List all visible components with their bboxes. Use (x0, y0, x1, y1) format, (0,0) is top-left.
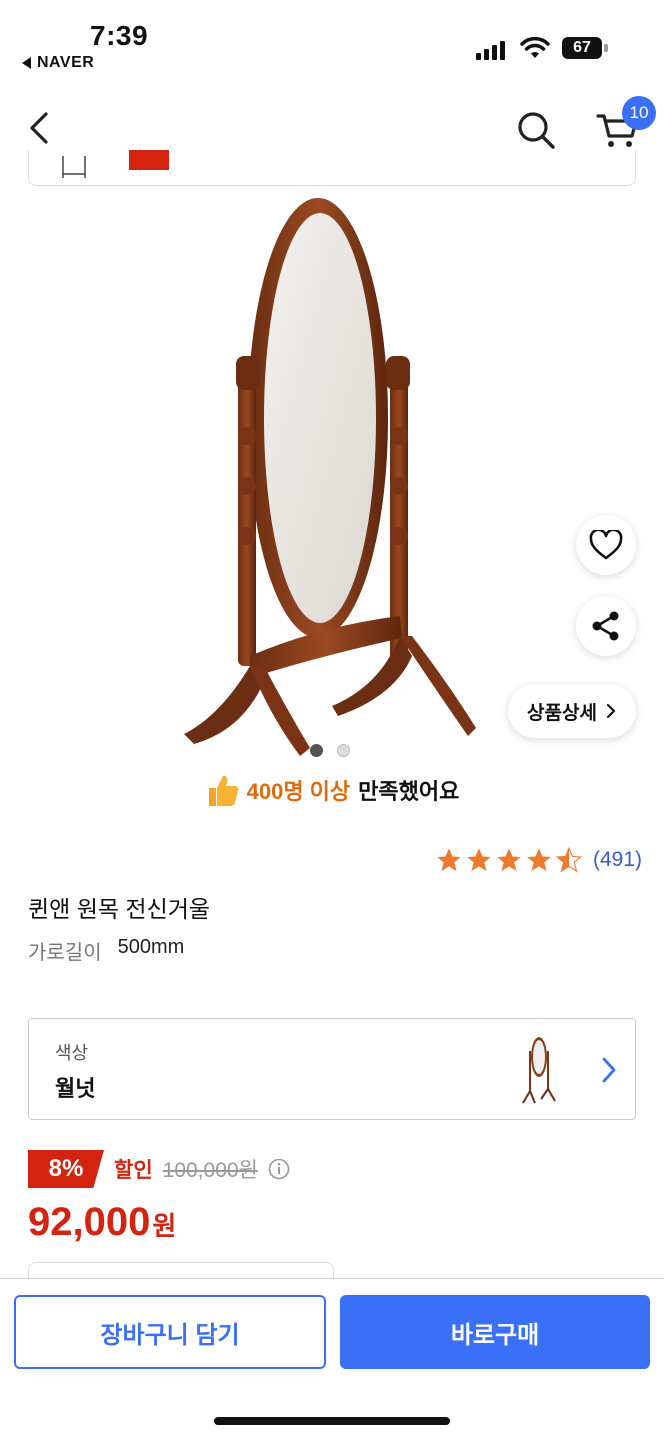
spec-value: 500mm (117, 936, 185, 958)
option-label: 색상 (55, 1043, 89, 1063)
buy-now-button[interactable]: 바로구매 (340, 1295, 650, 1369)
spec-key: 가로길이 (28, 942, 102, 964)
carousel-indicator (310, 744, 350, 757)
carousel-dot[interactable] (310, 744, 323, 757)
back-triangle-icon (22, 57, 31, 69)
chevron-right-icon (606, 703, 616, 719)
thumbs-up-icon (208, 775, 238, 806)
search-icon[interactable] (514, 108, 558, 152)
original-price: 100,000원 (162, 1159, 258, 1182)
product-title: 퀸앤 원목 전신거울 (28, 896, 211, 922)
status-bar: 7:39 NAVER 67 (0, 0, 664, 88)
cart-count-badge: 10 (622, 96, 656, 130)
discount-label: 할인 (114, 1159, 153, 1182)
chevron-right-icon (602, 1057, 616, 1083)
back-app-label: NAVER (37, 54, 95, 71)
info-icon[interactable] (268, 1158, 290, 1180)
sticky-offer-card[interactable] (28, 150, 636, 186)
sale-price-unit: 원 (152, 1211, 177, 1241)
add-to-cart-button[interactable]: 장바구니 담기 (14, 1295, 326, 1369)
share-button[interactable] (576, 596, 636, 656)
furniture-thumb-icon (62, 156, 86, 178)
product-detail-label: 상품상세 (527, 702, 597, 724)
heart-icon (589, 530, 623, 560)
battery-tip (604, 44, 608, 52)
discount-row: 8% 할인 100,000원 (28, 1150, 290, 1188)
product-detail-button[interactable]: 상품상세 (508, 684, 636, 738)
product-spec: 가로길이 500mm (28, 936, 184, 965)
back-to-app-link[interactable]: NAVER (22, 54, 94, 72)
carousel-dot[interactable] (337, 744, 350, 757)
discount-badge: 8% (28, 1150, 104, 1188)
star-rating-icon (435, 846, 583, 874)
share-icon (592, 611, 619, 641)
back-icon[interactable] (22, 106, 62, 150)
sale-price: 92,000 원 (28, 1200, 176, 1245)
status-time: 7:39 (90, 20, 149, 51)
home-indicator[interactable] (214, 1417, 450, 1425)
offer-badge (129, 150, 169, 170)
wifi-icon (520, 36, 550, 58)
battery-icon: 67 (562, 37, 602, 59)
color-option-selector[interactable]: 색상 월넛 (28, 1018, 636, 1120)
product-image[interactable] (150, 186, 514, 770)
satisfaction-banner: 400명 이상 만족했어요 (0, 772, 664, 808)
sale-price-value: 92,000 (28, 1200, 151, 1244)
satisfaction-text: 만족했어요 (358, 779, 460, 804)
bottom-action-bar: 장바구니 담기 바로구매 (0, 1278, 664, 1440)
satisfaction-count: 400명 이상 (246, 779, 351, 804)
option-value: 월넛 (55, 1076, 96, 1101)
cellular-signal-icon (476, 40, 505, 60)
option-thumbnail (522, 1037, 556, 1104)
rating[interactable]: (491) (435, 846, 642, 874)
wishlist-button[interactable] (576, 515, 636, 575)
review-count[interactable]: (491) (593, 848, 642, 872)
